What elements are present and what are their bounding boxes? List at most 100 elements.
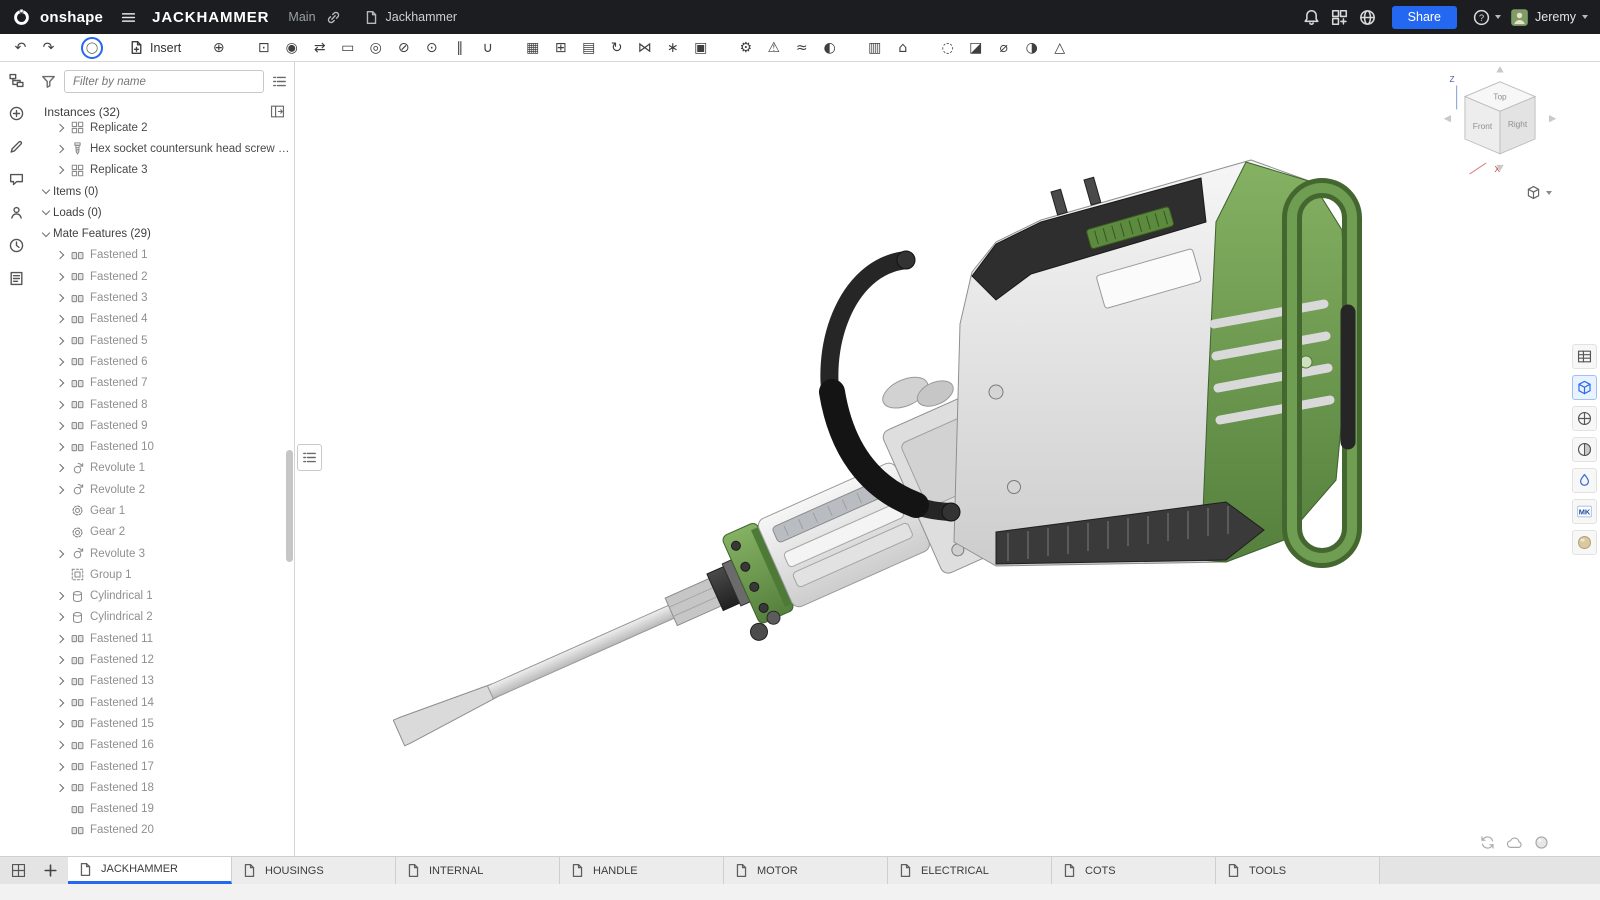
chevron-right-icon[interactable] [55, 358, 63, 366]
insert-button[interactable]: Insert [123, 36, 186, 60]
chevron-right-icon[interactable] [55, 379, 63, 387]
redo-icon[interactable]: ↷ [36, 36, 61, 59]
chevron-right-icon[interactable] [55, 592, 63, 600]
tree-item-fastened-11[interactable]: Fastened 11 [32, 628, 294, 649]
tree-item-mate-features-29[interactable]: Mate Features (29) [32, 223, 294, 244]
configurations-icon[interactable]: ⚙ [733, 36, 758, 59]
group-parts-icon[interactable]: ▦ [520, 36, 545, 59]
circular-pattern-icon[interactable]: ↻ [604, 36, 629, 59]
view-cube[interactable]: Top Front Right Z X [1440, 66, 1560, 188]
tree-item-fastened-5[interactable]: Fastened 5 [32, 330, 294, 351]
chevron-right-icon[interactable] [55, 422, 63, 430]
tree-item-fastened-13[interactable]: Fastened 13 [32, 671, 294, 692]
tab-jackhammer[interactable]: JACKHAMMER [68, 857, 232, 884]
tree-item-fastened-4[interactable]: Fastened 4 [32, 309, 294, 330]
tree-item-revolute-2[interactable]: Revolute 2 [32, 479, 294, 500]
assembly-structure-button[interactable] [5, 69, 27, 91]
chevron-right-icon[interactable] [55, 613, 63, 621]
filter-icon[interactable] [40, 73, 57, 90]
pin-slot-mate-icon[interactable]: ⊘ [391, 36, 416, 59]
rotate-up-arrow-icon[interactable] [1496, 66, 1503, 72]
mate-connector-icon[interactable]: ⊕ [206, 36, 231, 59]
sync-status-icon[interactable] [1479, 834, 1496, 851]
mate-connectors-button[interactable] [1572, 406, 1597, 431]
viewcube-right-label[interactable]: Right [1508, 119, 1528, 129]
tab-cots[interactable]: COTS [1052, 857, 1216, 884]
undo-icon[interactable]: ↶ [8, 36, 33, 59]
mcmaster-catalog-button[interactable]: MK [1572, 499, 1597, 524]
tree-item-replicate-2[interactable]: Replicate 2 [32, 117, 294, 138]
share-button[interactable]: Share [1392, 6, 1457, 29]
section-tool-button[interactable] [1572, 437, 1597, 462]
language-globe-icon[interactable] [1358, 8, 1377, 27]
view-cube-menu[interactable] [1525, 184, 1552, 201]
chevron-right-icon[interactable] [55, 123, 63, 131]
markup-button[interactable] [5, 135, 27, 157]
insert-tool-button[interactable] [5, 102, 27, 124]
chevron-right-icon[interactable] [55, 166, 63, 174]
thread-tool-icon[interactable]: ≈ [789, 36, 814, 59]
tree-item-fastened-2[interactable]: Fastened 2 [32, 266, 294, 287]
chevron-down-icon[interactable] [41, 207, 49, 215]
fastened-mate-icon[interactable]: ⊡ [251, 36, 276, 59]
chevron-right-icon[interactable] [55, 315, 63, 323]
tree-item-fastened-1[interactable]: Fastened 1 [32, 245, 294, 266]
tree-item-fastened-12[interactable]: Fastened 12 [32, 649, 294, 670]
notes-button[interactable] [5, 267, 27, 289]
tree-item-fastened-16[interactable]: Fastened 16 [32, 735, 294, 756]
tree-item-fastened-18[interactable]: Fastened 18 [32, 777, 294, 798]
explode-view-icon[interactable]: ∗ [660, 36, 685, 59]
chevron-down-icon[interactable] [41, 186, 49, 194]
chevron-right-icon[interactable] [55, 741, 63, 749]
linear-pattern-icon[interactable]: ▤ [576, 36, 601, 59]
parallel-relation-icon[interactable]: ∥ [447, 36, 472, 59]
isolate-tool-icon[interactable]: ◌ [935, 36, 960, 59]
slider-mate-icon[interactable]: ⇄ [307, 36, 332, 59]
document-tab[interactable]: Jackhammer [363, 9, 458, 26]
replicate-tool-icon[interactable]: ⊞ [548, 36, 573, 59]
scrollbar-thumb[interactable] [286, 450, 293, 562]
render-mode-icon[interactable] [1533, 834, 1550, 851]
chevron-right-icon[interactable] [55, 464, 63, 472]
viewcube-front-label[interactable]: Front [1473, 121, 1493, 131]
chevron-right-icon[interactable] [55, 635, 63, 643]
tree-item-cylindrical-1[interactable]: Cylindrical 1 [32, 586, 294, 607]
chevron-right-icon[interactable] [55, 720, 63, 728]
cylindrical-mate-icon[interactable]: ◎ [363, 36, 388, 59]
tree-item-replicate-3[interactable]: Replicate 3 [32, 160, 294, 181]
chevron-right-icon[interactable] [55, 698, 63, 706]
tree-item-fastened-15[interactable]: Fastened 15 [32, 713, 294, 734]
chevron-right-icon[interactable] [55, 251, 63, 259]
bom-flyout-icon[interactable]: ▥ [862, 36, 887, 59]
material-sphere-button[interactable] [1572, 530, 1597, 555]
tab-housings[interactable]: HOUSINGS [232, 857, 396, 884]
create-tab-button[interactable] [40, 861, 60, 881]
appearance-tool-icon[interactable]: ◑ [1019, 36, 1044, 59]
tree-item-fastened-8[interactable]: Fastened 8 [32, 394, 294, 415]
viewcube-top-label[interactable]: Top [1493, 91, 1507, 101]
tree-item-hex-socket-countersunk-head-screw-m[interactable]: Hex socket countersunk head screw M... [32, 138, 294, 159]
chevron-down-icon[interactable] [41, 228, 49, 236]
tangent-relation-icon[interactable]: ∪ [475, 36, 500, 59]
tree-item-fastened-3[interactable]: Fastened 3 [32, 287, 294, 308]
parts-list-button[interactable] [1572, 375, 1597, 400]
tree-item-fastened-17[interactable]: Fastened 17 [32, 756, 294, 777]
tab-tools[interactable]: TOOLS [1216, 857, 1380, 884]
tab-manager-button[interactable] [8, 861, 28, 881]
tree-item-fastened-6[interactable]: Fastened 6 [32, 351, 294, 372]
ball-mate-icon[interactable]: ⊙ [419, 36, 444, 59]
bom-table-button[interactable] [1572, 344, 1597, 369]
tree-item-revolute-3[interactable]: Revolute 3 [32, 543, 294, 564]
chevron-right-icon[interactable] [55, 294, 63, 302]
tree-item-gear-1[interactable]: Gear 1 [32, 500, 294, 521]
chevron-right-icon[interactable] [55, 443, 63, 451]
tab-handle[interactable]: HANDLE [560, 857, 724, 884]
chevron-right-icon[interactable] [55, 677, 63, 685]
measure-tool-icon[interactable]: ⌀ [991, 36, 1016, 59]
section-view-icon[interactable]: ◪ [963, 36, 988, 59]
workspace-label[interactable]: Main [288, 10, 315, 24]
hide-others-icon[interactable]: △ [1047, 36, 1072, 59]
tree-item-fastened-20[interactable]: Fastened 20 [32, 820, 294, 837]
help-menu[interactable]: ? [1472, 8, 1501, 27]
tree-item-fastened-10[interactable]: Fastened 10 [32, 436, 294, 457]
